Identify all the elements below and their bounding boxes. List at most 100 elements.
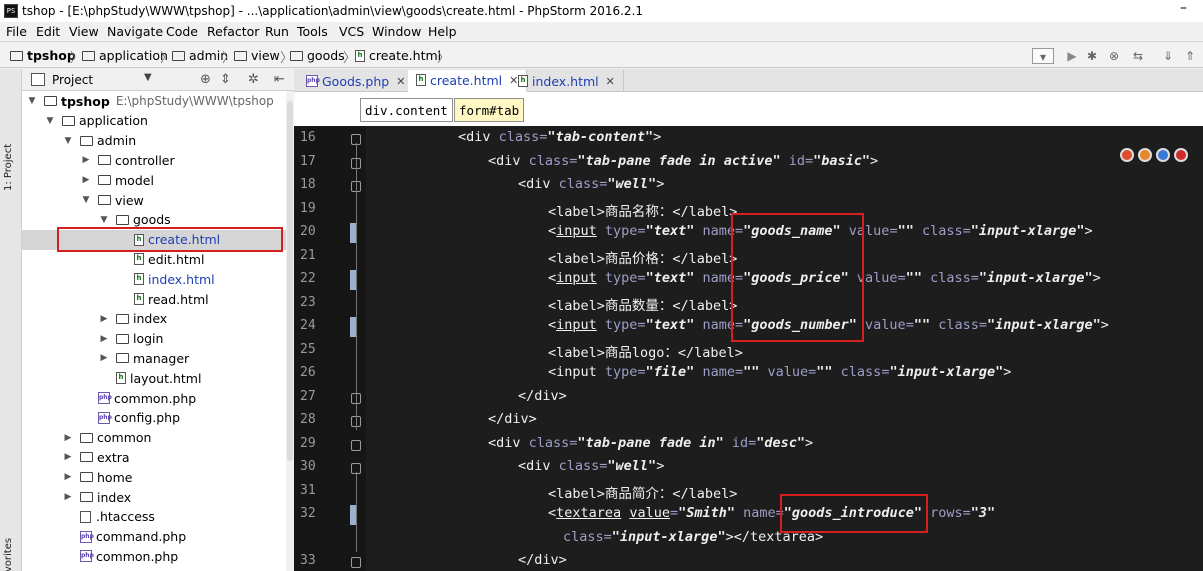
menu-vcs[interactable]: VCS [339,24,364,39]
menu-navigate[interactable]: Navigate [107,24,163,39]
debug-icon[interactable]: ✱ [1084,48,1100,64]
code-line[interactable]: <label>商品价格：</label> [548,247,737,267]
settings-gear-icon[interactable]: ✲ [248,72,259,87]
code-area[interactable]: <div class="tab-content"> <div class="tab… [366,126,1203,571]
menu-help[interactable]: Help [428,24,457,39]
expanded-arrow-icon[interactable]: ▼ [80,195,92,205]
code-line[interactable]: <label>商品简介：</label> [548,482,737,502]
tree-item-application[interactable]: ▼ application [22,111,294,131]
collapsed-arrow-icon[interactable]: ▶ [98,353,110,363]
code-line[interactable]: <label>商品名称：</label> [548,200,737,220]
breadcrumb-view[interactable]: view [234,47,280,64]
fold-close-icon[interactable] [351,557,361,568]
tree-item-goods[interactable]: ▼ goods [22,210,294,230]
breadcrumb-tpshop[interactable]: tpshop [10,47,76,64]
expanded-arrow-icon[interactable]: ▼ [26,96,38,106]
favorites-side-tab[interactable]: 2: Favorites [3,538,14,571]
tree-item-index[interactable]: ▶ index [22,487,294,507]
code-line[interactable]: <div class="tab-content"> [458,129,661,145]
tree-item-model[interactable]: ▶ model [22,170,294,190]
code-line[interactable]: <textarea value="Smith" name="goods_intr… [548,505,995,521]
project-view-dropdown-icon[interactable]: ▼ [144,72,152,83]
expanded-arrow-icon[interactable]: ▼ [44,116,56,126]
vcs-update-icon[interactable]: ⇓ [1160,48,1176,64]
tree-item-read-html[interactable]: h read.html [22,289,294,309]
code-line[interactable]: </div> [518,388,567,404]
collapsed-arrow-icon[interactable]: ▶ [98,334,110,344]
minimize-button[interactable]: – [1180,0,1187,16]
tree-item-config-php[interactable]: php config.php [22,408,294,428]
collapsed-arrow-icon[interactable]: ▶ [80,175,92,185]
build-icon[interactable]: ⇆ [1130,48,1146,64]
code-line[interactable]: <div class="tab-pane fade in active" id=… [488,153,878,169]
collapsed-arrow-icon[interactable]: ▶ [62,492,74,502]
tree-item-common-php[interactable]: php common.php [22,388,294,408]
editor-tab-goods-php[interactable]: php Goods.php ✕ [298,70,415,92]
project-panel-title[interactable]: Project [52,73,93,87]
code-breadcrumb-form-tab[interactable]: form#tab [454,98,525,122]
opera-icon[interactable] [1174,148,1188,162]
safari-icon[interactable] [1156,148,1170,162]
coverage-icon[interactable]: ⊗ [1106,48,1122,64]
menu-code[interactable]: Code [166,24,198,39]
menu-view[interactable]: View [69,24,99,39]
tree-item-view[interactable]: ▼ view [22,190,294,210]
expanded-arrow-icon[interactable]: ▼ [62,136,74,146]
tree-item-login[interactable]: ▶ login [22,329,294,349]
code-line[interactable]: <input type="text" name="goods_number" v… [548,317,1109,333]
tree-item-edit-html[interactable]: h edit.html [22,249,294,269]
code-line[interactable]: </div> [488,411,537,427]
tree-item-layout-html[interactable]: h layout.html [22,368,294,388]
collapsed-arrow-icon[interactable]: ▶ [80,155,92,165]
menu-window[interactable]: Window [372,24,421,39]
menu-refactor[interactable]: Refactor [207,24,259,39]
hide-panel-icon[interactable]: ⇤ [274,72,285,87]
code-line[interactable]: </div> [518,552,567,568]
breadcrumb-goods[interactable]: goods [290,47,345,64]
scroll-from-source-icon[interactable]: ⊕ [200,72,211,87]
collapsed-arrow-icon[interactable]: ▶ [62,433,74,443]
tree-item-tpshop[interactable]: ▼ tpshop E:\phpStudy\WWW\tpshop [22,91,294,111]
code-line[interactable]: <div class="well"> [518,176,664,192]
code-line[interactable]: class="input-xlarge"></textarea> [563,529,823,545]
menu-run[interactable]: Run [265,24,289,39]
tree-item-htaccess[interactable]: .htaccess [22,507,294,527]
tree-item-create-html[interactable]: h create.html [22,229,294,250]
menu-tools[interactable]: Tools [297,24,328,39]
tree-item-index-html[interactable]: h index.html [22,269,294,289]
code-breadcrumb-div-content[interactable]: div.content [360,98,453,122]
code-line[interactable]: <label>商品logo：</label> [548,341,743,361]
code-line[interactable]: <input type="text" name="goods_name" val… [548,223,1093,239]
tree-item-manager[interactable]: ▶ manager [22,348,294,368]
tree-item-common[interactable]: ▶ common [22,428,294,448]
menu-file[interactable]: File [6,24,27,39]
project-side-tab[interactable]: 1: Project [3,144,14,191]
chrome-icon[interactable] [1120,148,1134,162]
scrollbar-thumb[interactable] [287,101,293,461]
collapse-all-icon[interactable]: ⇕ [220,72,231,87]
code-line[interactable]: <div class="well"> [518,458,664,474]
breadcrumb-application[interactable]: application [82,47,168,64]
close-tab-icon[interactable]: ✕ [606,75,615,88]
tree-item-admin[interactable]: ▼ admin [22,131,294,151]
tree-item-controller[interactable]: ▶ controller [22,150,294,170]
menu-edit[interactable]: Edit [36,24,60,39]
code-editor[interactable]: 16 17 18 19 20 21 22 23 24 25 26 27 28 29 30 31 32 33 <di… [294,126,1203,571]
code-line[interactable]: <input type="file" name="" value="" clas… [548,364,1011,380]
tree-item-index[interactable]: ▶ index [22,309,294,329]
collapsed-arrow-icon[interactable]: ▶ [62,452,74,462]
dropdown-icon[interactable]: ▾ [1032,48,1054,64]
tree-item-extra[interactable]: ▶ extra [22,447,294,467]
code-line[interactable]: <div class="tab-pane fade in" id="desc"> [488,435,813,451]
editor-tab-index-html[interactable]: h index.html ✕ [510,70,624,92]
tree-item-common-php[interactable]: php common.php [22,546,294,566]
project-tree-scrollbar[interactable] [286,91,294,571]
tree-item-command-php[interactable]: php command.php [22,527,294,547]
collapsed-arrow-icon[interactable]: ▶ [62,472,74,482]
close-tab-icon[interactable]: ✕ [396,75,405,88]
run-icon[interactable]: ▶ [1064,48,1080,64]
collapsed-arrow-icon[interactable]: ▶ [98,314,110,324]
code-line[interactable]: <label>商品数量：</label> [548,294,737,314]
breadcrumb-admin[interactable]: admin [172,47,228,64]
fold-open-icon[interactable] [351,439,361,451]
